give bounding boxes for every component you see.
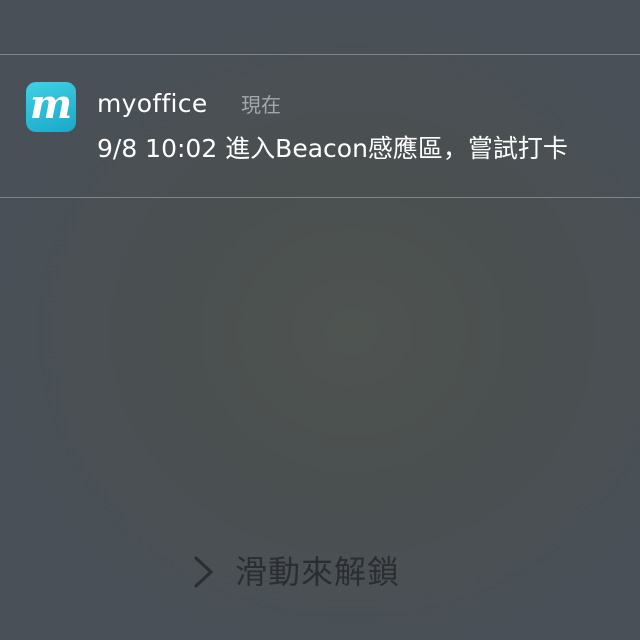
notification-card[interactable]: m myoffice 現在 9/8 10:02 進入Beacon感應區，嘗試打卡 bbox=[0, 55, 640, 197]
notification-timestamp: 現在 bbox=[241, 93, 281, 117]
chevron-right-icon bbox=[194, 556, 213, 588]
slide-to-unlock-label: 滑動來解鎖 bbox=[235, 553, 401, 591]
lock-screen: m myoffice 現在 9/8 10:02 進入Beacon感應區，嘗試打卡… bbox=[0, 0, 640, 640]
app-icon-glyph: m bbox=[29, 82, 73, 128]
notification-message: 9/8 10:02 進入Beacon感應區，嘗試打卡 bbox=[97, 134, 568, 163]
notification-bottom-divider bbox=[0, 197, 640, 198]
slide-to-unlock[interactable]: 滑動來解鎖 bbox=[190, 550, 400, 594]
notification-app-name: myoffice bbox=[97, 89, 208, 118]
myoffice-app-icon: m bbox=[26, 82, 76, 132]
